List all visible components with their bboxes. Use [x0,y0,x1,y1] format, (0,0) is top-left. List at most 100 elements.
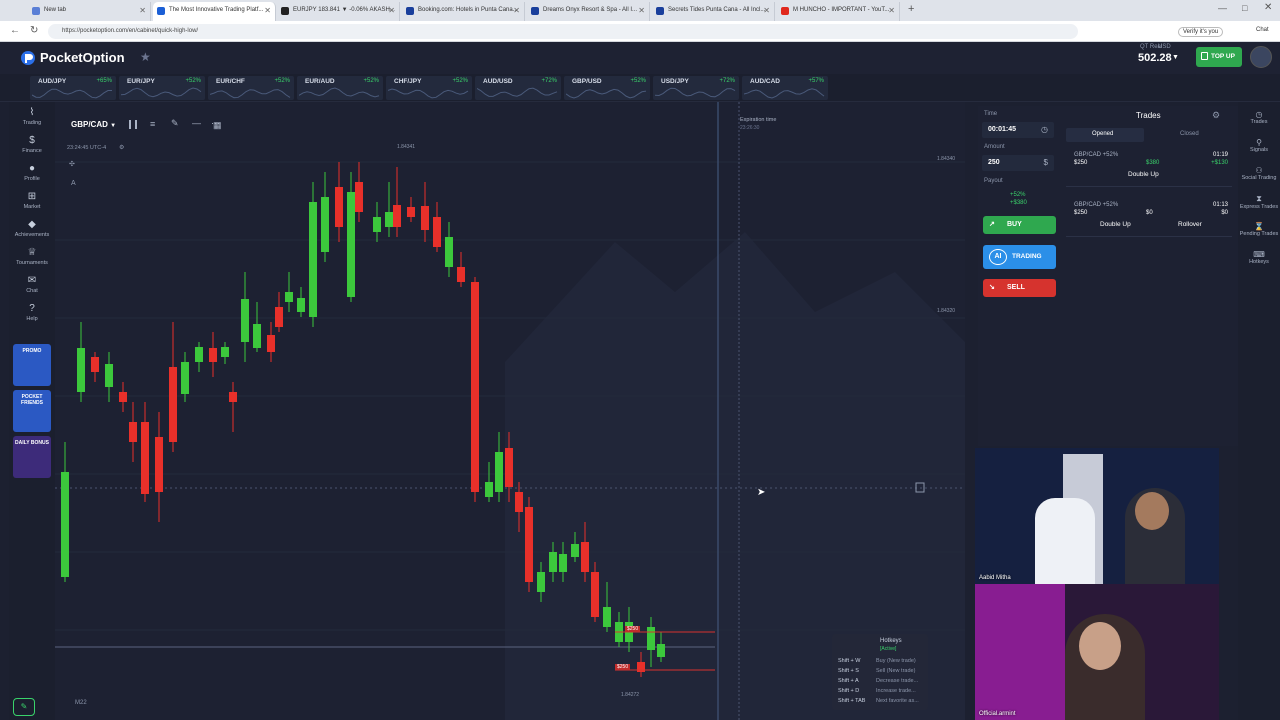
asset-tab[interactable]: USD/JPY +72% [653,76,739,100]
tab-close-icon[interactable]: ✕ [388,2,395,19]
webcam-chair [1035,498,1095,584]
browser-tab[interactable]: EURJPY 183.841 ▼ -0.06% AKASH... ✕ [277,2,400,21]
browser-tab[interactable]: The Most Innovative Trading Platf... ✕ [153,2,276,21]
window-close-icon[interactable]: ✕ [1264,2,1272,13]
tab-close-icon[interactable]: ✕ [264,2,271,19]
buy-button[interactable]: ↗ BUY [983,216,1056,234]
chat-button[interactable]: Chat [1256,27,1269,33]
candlestick-chart [55,102,965,720]
asset-tab[interactable]: EUR/CHF +52% [208,76,294,100]
asset-name: CHF/JPY [394,78,422,85]
sidebar-item-tournaments[interactable]: ♕ Tournaments [9,248,55,267]
asset-tab[interactable]: AUD/USD +72% [475,76,561,100]
reload-icon[interactable]: ↻ [30,25,38,36]
top-up-button[interactable]: TOP UP [1196,47,1242,67]
candle-type-icon[interactable] [129,120,137,129]
settings-gear-icon[interactable]: ⚙ [119,144,124,151]
sidebar-item-market[interactable]: ⊞ Market [9,192,55,211]
price-chart[interactable]: GBP/CAD ▼ ≡ ✎ — ⋯ ▦ 23:24:45 UTC-4 ⚙ ✣ A… [55,102,965,720]
right-nav-pending-trades[interactable]: ⌛ Pending Trades [1238,222,1280,237]
asset-tab[interactable]: EUR/JPY +52% [119,76,205,100]
time-input[interactable]: 00:01:45 ◷ [982,122,1054,138]
candle-body [141,422,149,494]
promo-banner[interactable]: DAILY BONUS [13,436,51,478]
hotkey-key: Shift + D [838,688,860,694]
url-field[interactable]: https://pocketoption.com/en/cabinet/quic… [48,24,1078,39]
asset-tab[interactable]: AUD/JPY +65% [30,76,116,100]
tab-close-icon[interactable]: ✕ [139,2,146,19]
browser-tab[interactable]: Dreams Onyx Resort & Spa - All I... ✕ [527,2,650,21]
candle-body [549,552,557,572]
timeframe-button[interactable]: M22 [75,700,87,706]
asset-tab[interactable]: GBP/USD +52% [564,76,650,100]
tab-close-icon[interactable]: ✕ [513,2,520,19]
candle-body [385,212,393,227]
tab-close-icon[interactable]: ✕ [888,2,895,19]
window-maximize-icon[interactable]: □ [1242,3,1247,13]
ai-trading-button[interactable]: AI TRADING [983,245,1056,269]
trade-item[interactable]: GBP/CAD +52% 01:13 $250 $0 $0 Double Up Rollov… [1066,200,1232,242]
trades-settings-icon[interactable]: ⚙ [1212,110,1220,121]
trade-item[interactable]: GBP/CAD +52% 01:19 $250 $380 +$130 Double Up [1066,150,1232,192]
tab-close-icon[interactable]: ✕ [638,2,645,19]
sidebar-item-label: Achievements [14,232,50,238]
sidebar-item-help[interactable]: ? Help [9,303,55,323]
new-tab-button[interactable]: + [908,3,914,15]
right-nav-hotkeys[interactable]: ⌨ Hotkeys [1238,250,1280,265]
text-tool-icon[interactable]: A [71,180,76,187]
browser-tab[interactable]: Booking.com: Hotels in Punta Cana... ✕ [402,2,525,21]
right-nav-trades[interactable]: ◷ Trades [1238,110,1280,125]
trade-marker-down: $250 [615,664,631,670]
rollover-button[interactable]: Rollover [1178,221,1202,228]
sidebar-item-achievements[interactable]: ◆ Achievements [9,220,55,239]
crosshair-icon[interactable]: ✣ [69,160,75,168]
help-icon: ? [29,303,35,314]
sidebar-item-chat[interactable]: ✉ Chat [9,275,55,295]
wallet-icon [1201,52,1208,60]
sidebar-item-finance[interactable]: $ Finance [9,136,55,155]
draw-icon[interactable]: ✎ [171,118,179,129]
sidebar-item-trading[interactable]: ⌇ Trading [9,107,55,127]
candle-body [393,205,401,227]
tab-opened[interactable]: Opened [1066,128,1144,142]
window-minimize-icon[interactable]: — [1218,3,1227,13]
browser-tab[interactable]: New tab ✕ [28,2,151,21]
browser-tab[interactable]: Secrets Tides Punta Cana - All Incl... ✕ [652,2,775,21]
candle-body [105,364,113,387]
favorite-star-icon[interactable]: ★ [140,50,151,64]
asset-tab[interactable]: EUR/AUD +52% [297,76,383,100]
asset-tab[interactable]: CHF/JPY +52% [386,76,472,100]
right-nav-label: Social Trading [1241,175,1277,181]
trade-amount: $250 [1074,160,1088,166]
double-up-button[interactable]: Double Up [1128,171,1159,178]
candle-body [559,554,567,572]
asset-payout: +52% [452,78,468,84]
layout-grid-icon[interactable]: ▦ [213,120,222,131]
sell-button[interactable]: ↘ SELL [983,279,1056,297]
indicators-icon[interactable]: ≡ [150,119,155,129]
asset-tab[interactable]: AUD/CAD +57% [742,76,828,100]
back-icon[interactable]: ← [10,25,20,36]
right-nav-social-trading[interactable]: ⚇ Social Trading [1238,166,1280,181]
chart-line-icon: ⌇ [29,107,35,118]
balance-dropdown-icon[interactable]: ▼ [1172,54,1179,61]
sidebar-item-profile[interactable]: ● Profile [9,164,55,183]
double-up-button[interactable]: Double Up [1100,221,1131,228]
right-nav-express-trades[interactable]: ⧗ Express Trades [1238,194,1280,210]
pair-selector[interactable]: GBP/CAD ▼ [71,120,116,129]
verify-button[interactable]: Verify it's you [1178,27,1224,37]
line-icon[interactable]: — [192,118,201,128]
right-nav-label: Trades [1250,119,1268,125]
avatar[interactable] [1250,46,1272,68]
chat-icon: ✉ [27,275,37,286]
tab-closed[interactable]: Closed [1180,131,1199,137]
balance-value[interactable]: 502.28 [1138,52,1172,64]
promo-banner[interactable]: PROMO [13,344,51,386]
promo-banner[interactable]: POCKET FRIENDS [13,390,51,432]
sidebar-item-label: Profile [24,176,40,182]
draw-pen-button[interactable]: ✎ [13,698,35,716]
tab-close-icon[interactable]: ✕ [763,2,770,19]
browser-tab[interactable]: M HUNCHO - IMPORTANT - YouT... ✕ [777,2,900,21]
right-nav-signals[interactable]: ⚲ Signals [1238,138,1280,153]
amount-input[interactable]: 250 $ [982,155,1054,171]
